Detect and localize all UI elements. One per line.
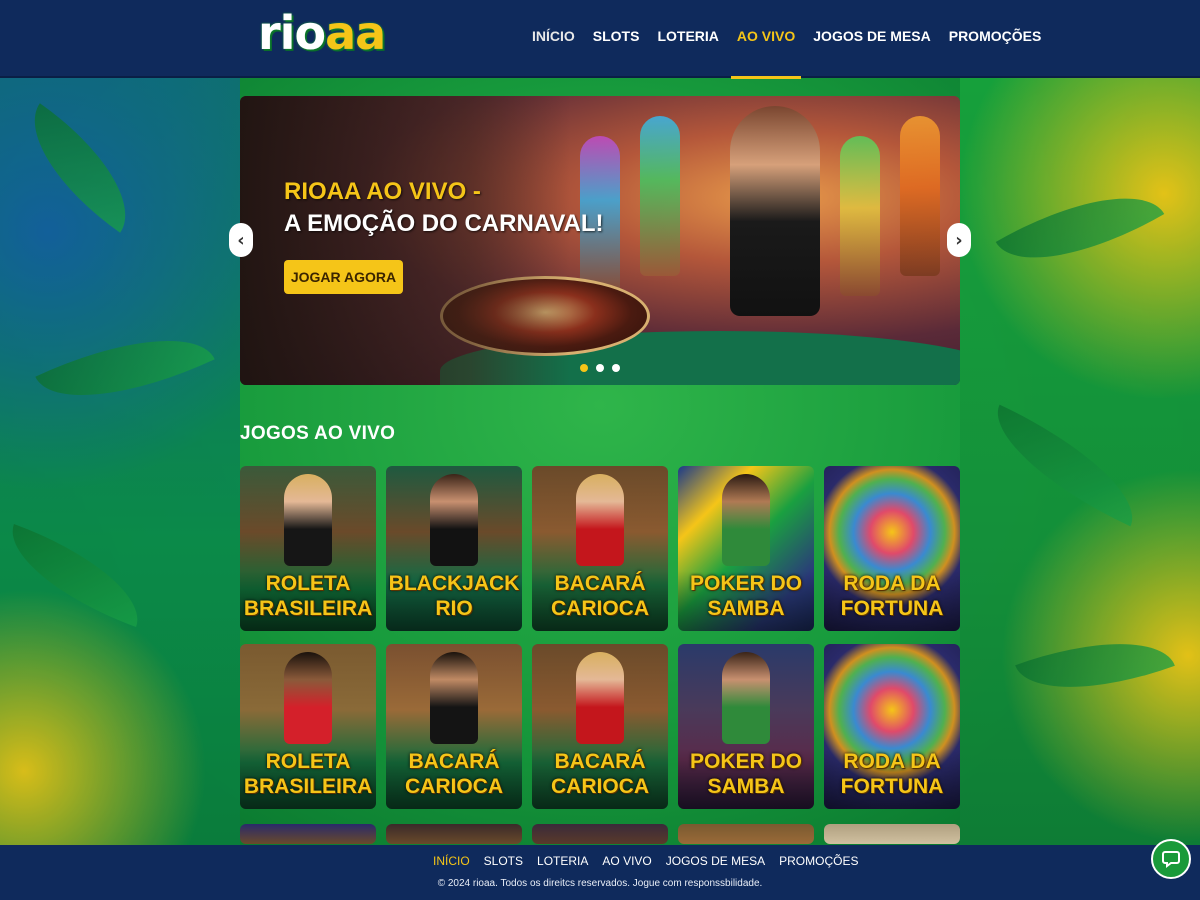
hero-banner: RIOAA AO VIVO - A EMOÇÃO DO CARNAVAL! JO… <box>240 96 960 385</box>
game-card[interactable]: BLACKJACK RIO <box>386 466 522 631</box>
carousel-dot[interactable] <box>596 364 604 372</box>
footer-nav-ao-vivo[interactable]: AO VIVO <box>602 854 651 868</box>
chat-button[interactable] <box>1151 839 1191 879</box>
game-title: BLACKJACK RIO <box>388 572 520 620</box>
game-title: BACARÁ CARIOCA <box>551 750 649 798</box>
chat-icon <box>1162 851 1180 868</box>
dealer-figure <box>722 474 770 566</box>
carousel-dots <box>580 364 620 372</box>
game-card[interactable]: ROLETA BRASILEIRA <box>240 466 376 631</box>
hero-text-shade <box>240 96 570 385</box>
dealer-figure <box>430 474 478 566</box>
carousel-dot[interactable] <box>612 364 620 372</box>
right-tropical-decoration <box>960 78 1200 848</box>
nav-jogos-de-mesa[interactable]: JOGOS DE MESA <box>813 28 930 78</box>
palm-leaf <box>995 162 1165 294</box>
footer-nav-slots[interactable]: SLOTS <box>484 854 523 868</box>
chevron-right-icon[interactable]: › <box>947 223 971 257</box>
dealer-figure <box>722 652 770 744</box>
dealer-figure <box>576 652 624 744</box>
carnival-dancer <box>640 116 680 276</box>
rioaa-logo[interactable]: rioaa <box>258 6 386 60</box>
dealer-figure <box>576 474 624 566</box>
game-title: ROLETA BRASILEIRA <box>243 750 373 798</box>
footer-nav-jogos-de-mesa[interactable]: JOGOS DE MESA <box>666 854 765 868</box>
game-title: RODA DA FORTUNA <box>840 572 944 620</box>
game-title: BACARÁ CARIOCA <box>551 572 649 620</box>
game-card[interactable] <box>678 824 814 844</box>
footer-nav-inicio[interactable]: INÍCIO <box>433 854 470 868</box>
game-title: RODA DA FORTUNA <box>840 750 944 798</box>
game-title: POKER DO SAMBA <box>689 750 802 798</box>
palm-leaf <box>35 304 215 432</box>
hero-prev-button[interactable]: ‹ <box>229 223 253 257</box>
palm-leaf <box>976 404 1154 527</box>
main-nav: INÍCIO SLOTS LOTERIA AO VIVO JOGOS DE ME… <box>532 28 1042 79</box>
hero-title: RIOAA AO VIVO - A EMOÇÃO DO CARNAVAL! <box>284 178 604 237</box>
game-card[interactable]: POKER DO SAMBA <box>678 644 814 809</box>
game-card[interactable] <box>824 824 960 844</box>
dealer-figure <box>284 474 332 566</box>
jogar-agora-button[interactable]: JOGAR AGORA <box>284 260 403 294</box>
nav-slots[interactable]: SLOTS <box>593 28 640 78</box>
hero-next-button[interactable]: › <box>947 223 971 257</box>
game-card[interactable] <box>386 824 522 844</box>
nav-promocoes[interactable]: PROMOÇÕES <box>949 28 1042 78</box>
palm-leaf <box>1015 614 1175 717</box>
palm-leaf <box>0 524 155 627</box>
nav-loteria[interactable]: LOTERIA <box>657 28 718 78</box>
left-tropical-decoration <box>0 78 240 848</box>
nav-ao-vivo[interactable]: AO VIVO <box>730 28 802 79</box>
game-card[interactable] <box>532 824 668 844</box>
game-card[interactable]: ROLETA BRASILEIRA <box>240 644 376 809</box>
dealer-figure <box>430 652 478 744</box>
game-card[interactable]: RODA DA FORTUNA <box>824 644 960 809</box>
game-card[interactable]: BACARÁ CARIOCA <box>532 644 668 809</box>
footer-nav-promocoes[interactable]: PROMOÇÕES <box>779 854 858 868</box>
game-card[interactable]: BACARÁ CARIOCA <box>386 644 522 809</box>
game-title: BACARÁ CARIOCA <box>405 750 503 798</box>
copyright-text: © 2024 rioaa. Todos os direitcs reservad… <box>437 878 763 889</box>
carousel-dot[interactable] <box>580 364 588 372</box>
game-card[interactable]: POKER DO SAMBA <box>678 466 814 631</box>
top-header: rioaa INÍCIO SLOTS LOTERIA AO VIVO JOGOS… <box>0 0 1200 79</box>
carnival-dancer <box>840 136 880 296</box>
live-dealer <box>730 106 820 316</box>
game-card[interactable]: BACARÁ CARIOCA <box>532 466 668 631</box>
nav-inicio[interactable]: INÍCIO <box>532 28 575 78</box>
footer: INÍCIO SLOTS LOTERIA AO VIVO JOGOS DE ME… <box>0 845 1200 900</box>
section-title: JOGOS AO VIVO <box>240 423 396 444</box>
game-card[interactable]: RODA DA FORTUNA <box>824 466 960 631</box>
carnival-dancer <box>900 116 940 276</box>
footer-nav: INÍCIO SLOTS LOTERIA AO VIVO JOGOS DE ME… <box>433 854 858 868</box>
palm-leaf <box>5 103 155 233</box>
chevron-left-icon[interactable]: ‹ <box>229 223 253 257</box>
game-title: ROLETA BRASILEIRA <box>243 572 373 620</box>
game-title: POKER DO SAMBA <box>689 572 802 620</box>
dealer-figure <box>284 652 332 744</box>
game-card[interactable] <box>240 824 376 844</box>
footer-nav-loteria[interactable]: LOTERIA <box>537 854 588 868</box>
